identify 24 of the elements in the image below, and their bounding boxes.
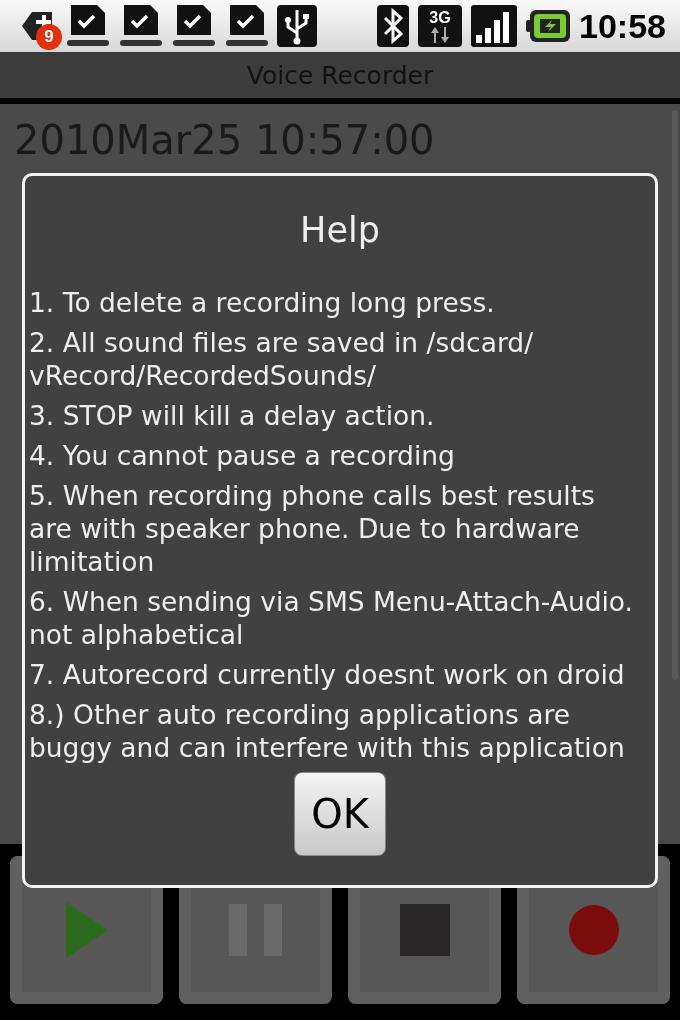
battery-icon	[526, 10, 571, 42]
bluetooth-icon	[377, 5, 410, 47]
play-icon	[65, 902, 108, 958]
stop-icon	[399, 904, 450, 956]
signal-icon	[471, 5, 518, 47]
data-network-icon: 3G	[418, 5, 463, 47]
help-text: 1. To delete a recording long press.	[29, 286, 496, 319]
ok-button[interactable]: OK	[294, 772, 386, 856]
file-check-icon	[65, 3, 111, 49]
help-text: 6. When sending via SMS Menu-Attach-Audio. not alphabetical	[29, 585, 635, 651]
file-check-icon	[171, 3, 217, 49]
file-check-icon	[224, 3, 270, 49]
help-text: 7. Autorecord currently doesnt work on droid	[29, 658, 626, 691]
usb-icon	[277, 5, 317, 47]
help-text: 8.) Other auto recording applications are buggy and can interfere with this application	[29, 698, 626, 764]
notification-badge: 9	[36, 24, 62, 50]
help-text: 2. All sound files are saved in /sdcard/ vRecord/RecordedSounds/	[29, 326, 535, 392]
clock: 10:58	[579, 6, 666, 46]
dialog-title: Help	[299, 209, 381, 252]
help-text: 5. When recording phone calls best results are with speaker phone. Due to hardware limitation	[29, 479, 596, 578]
record-icon	[568, 905, 619, 955]
help-text: 3. STOP will kill a delay action.	[29, 399, 436, 432]
help-text: 4. You cannot pause a recording	[29, 439, 456, 472]
file-check-icon	[118, 3, 164, 49]
